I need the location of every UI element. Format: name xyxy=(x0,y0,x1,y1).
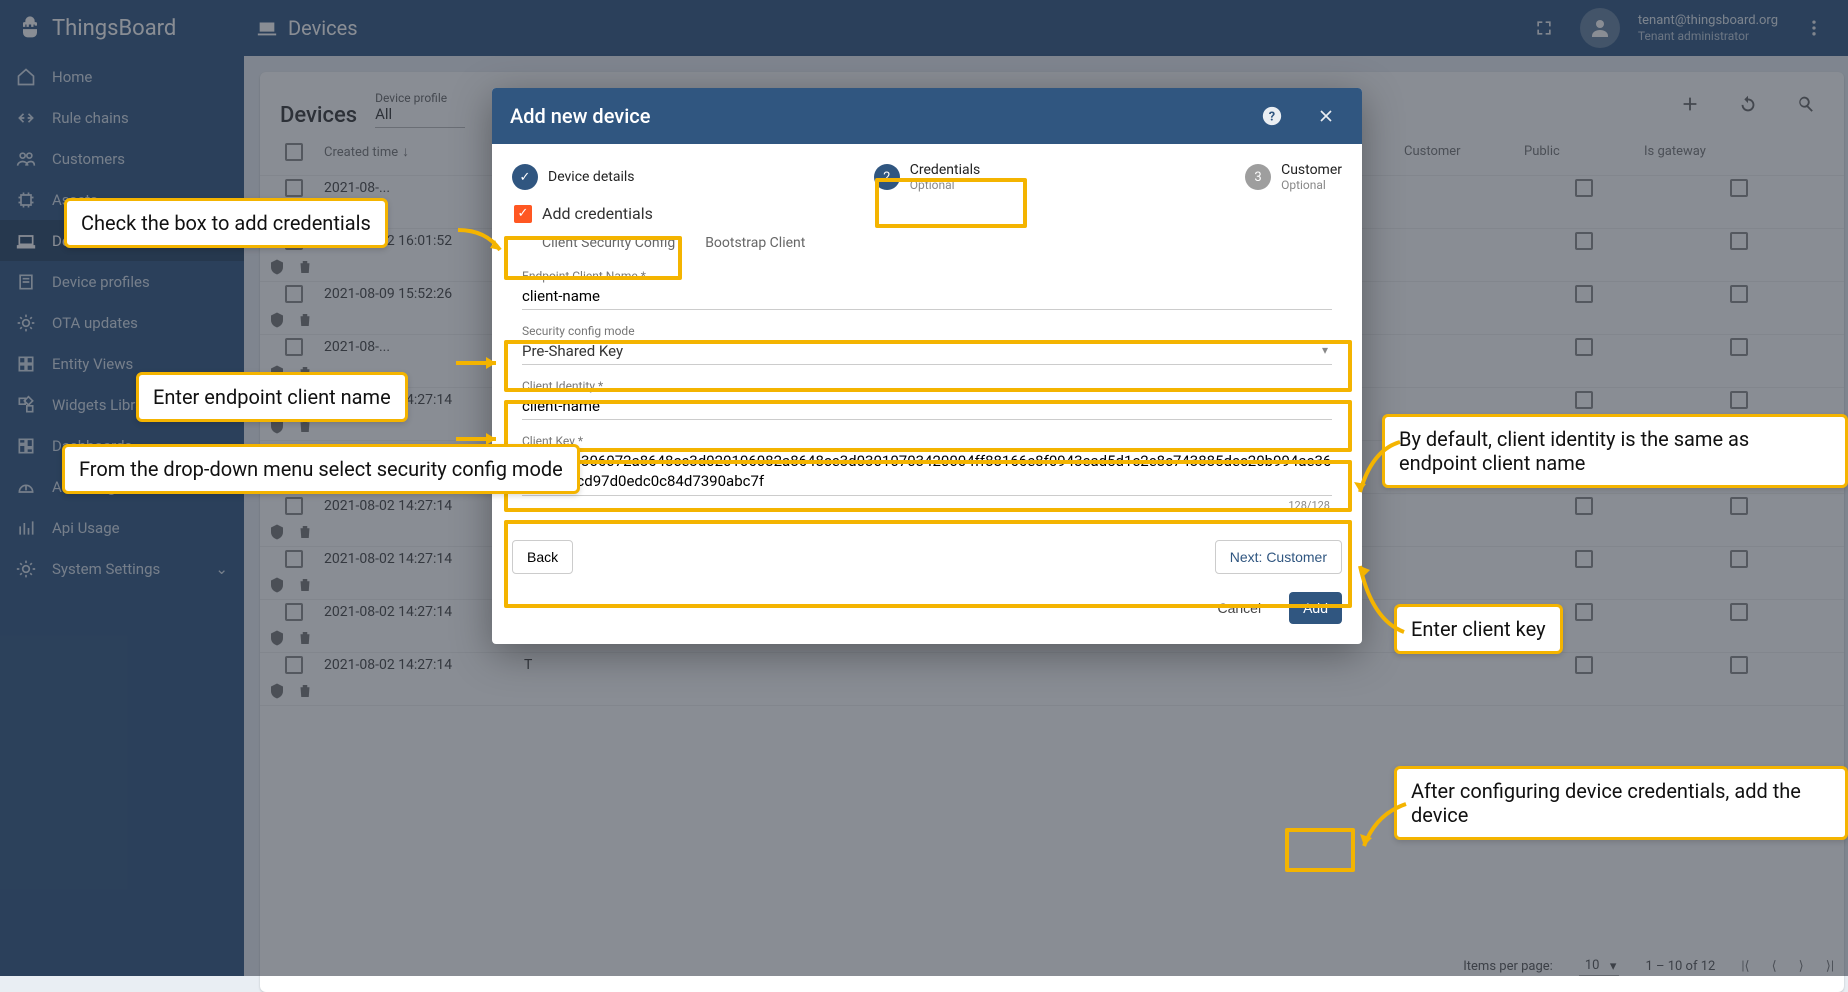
chevron-down-icon: ▾ xyxy=(1322,343,1328,357)
add-credentials-checkbox[interactable]: ✓ xyxy=(514,205,532,223)
add-button[interactable]: Add xyxy=(1289,592,1342,624)
key-label: Client Key * xyxy=(522,434,1332,448)
add-credentials-row[interactable]: ✓ Add credentials xyxy=(492,198,1362,235)
cancel-button[interactable]: Cancel xyxy=(1203,592,1275,624)
endpoint-client-name-field: Endpoint Client Name * xyxy=(512,265,1342,312)
step-device-details[interactable]: ✓ Device details xyxy=(512,164,789,190)
arrow-icon xyxy=(1352,560,1412,640)
help-icon[interactable]: ? xyxy=(1254,98,1290,134)
mode-value: Pre-Shared Key xyxy=(522,338,1332,365)
client-key-field: Client Key * 128/128 xyxy=(512,430,1342,514)
annotation-add-cred: Check the box to add credentials xyxy=(64,198,388,248)
step-2-icon: 2 xyxy=(874,164,900,190)
dialog-title: Add new device xyxy=(510,104,650,128)
check-icon: ✓ xyxy=(512,164,538,190)
svg-text:?: ? xyxy=(1269,110,1275,125)
tab-client-security[interactable]: Client Security Config xyxy=(542,235,675,251)
identity-input[interactable] xyxy=(522,393,1332,420)
step-credentials[interactable]: 2 Credentials Optional xyxy=(789,162,1066,192)
client-identity-field: Client Identity * xyxy=(512,375,1342,422)
key-input[interactable] xyxy=(522,448,1332,496)
tab-bootstrap-client[interactable]: Bootstrap Client xyxy=(705,235,805,251)
arrow-icon xyxy=(1356,800,1412,856)
key-count: 128/128 xyxy=(1288,499,1330,512)
add-credentials-label: Add credentials xyxy=(542,204,653,223)
arrow-icon xyxy=(454,424,509,454)
add-device-dialog: Add new device ? ✓ Device details 2 Cred… xyxy=(492,88,1362,644)
step-customer[interactable]: 3 Customer Optional xyxy=(1065,162,1342,192)
back-button[interactable]: Back xyxy=(512,540,573,574)
endpoint-label: Endpoint Client Name * xyxy=(522,269,1332,283)
security-mode-field[interactable]: Security config mode Pre-Shared Key ▾ xyxy=(512,320,1342,367)
identity-label: Client Identity * xyxy=(522,379,1332,393)
mode-label: Security config mode xyxy=(522,324,1332,338)
annotation-add: After configuring device credentials, ad… xyxy=(1394,766,1848,840)
arrow-icon xyxy=(454,348,509,378)
arrow-icon xyxy=(1352,440,1402,500)
step-3-icon: 3 xyxy=(1245,164,1271,190)
annotation-identity: By default, client identity is the same … xyxy=(1382,414,1848,488)
arrow-icon xyxy=(456,220,508,260)
stepper: ✓ Device details 2 Credentials Optional … xyxy=(492,144,1362,198)
next-customer-button[interactable]: Next: Customer xyxy=(1215,540,1342,574)
close-icon[interactable] xyxy=(1308,98,1344,134)
annotation-key: Enter client key xyxy=(1394,604,1563,654)
annotation-endpoint: Enter endpoint client name xyxy=(136,372,408,422)
endpoint-input[interactable] xyxy=(522,283,1332,310)
